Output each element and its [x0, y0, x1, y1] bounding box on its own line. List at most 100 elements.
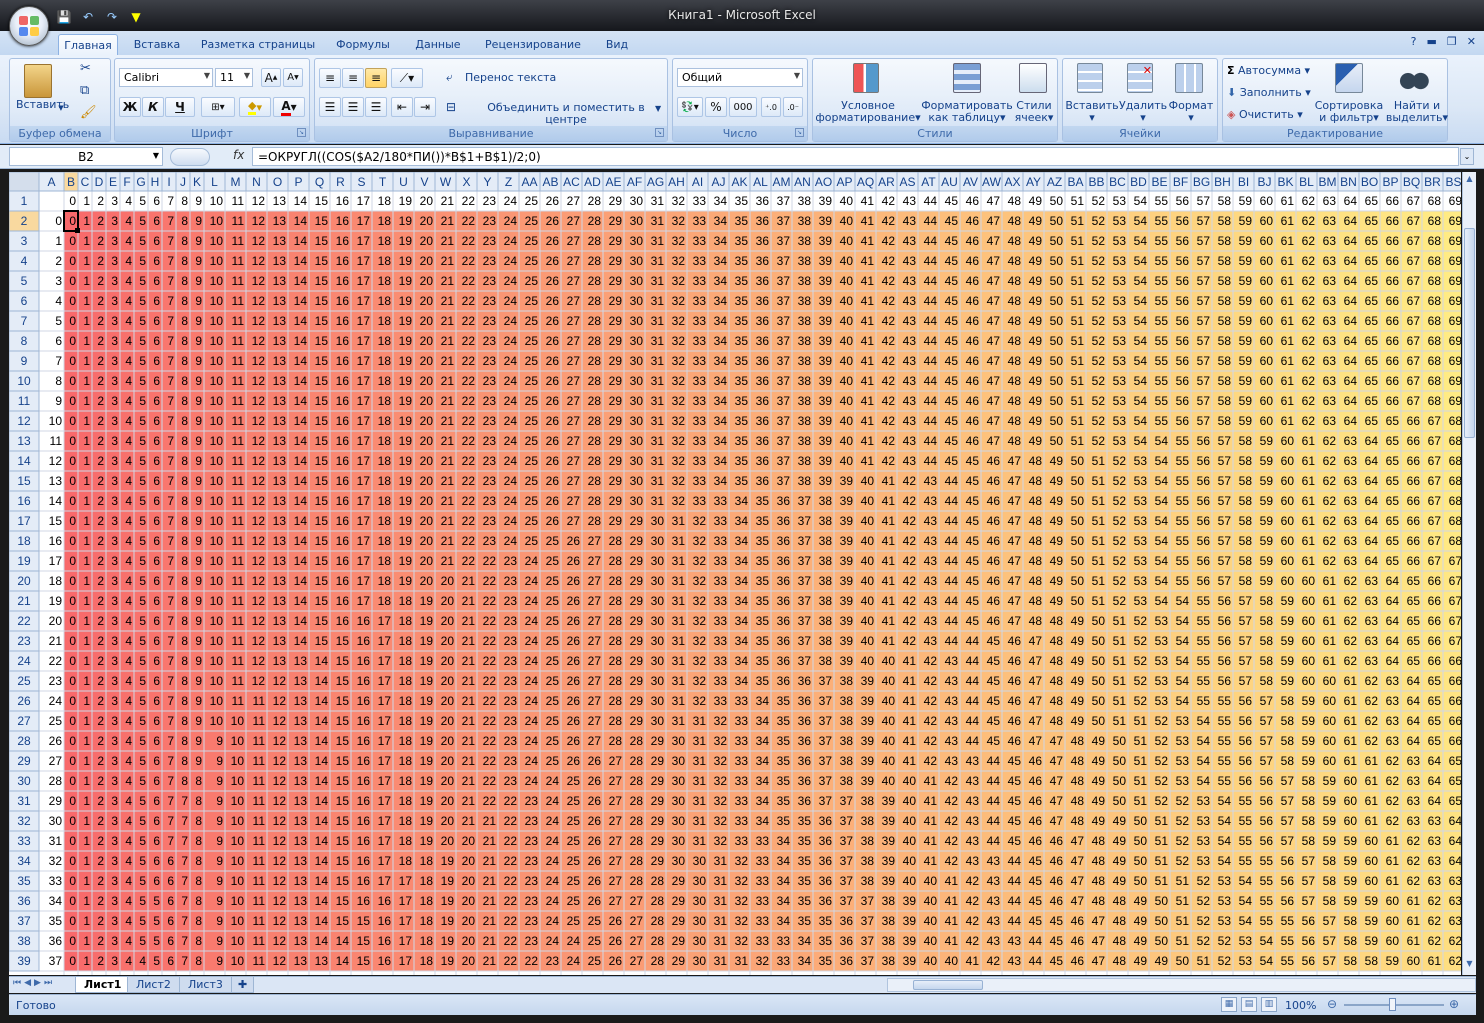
- cell-value[interactable]: 49: [1071, 654, 1085, 668]
- cell-value[interactable]: 5: [139, 334, 146, 348]
- cell-value[interactable]: 34: [714, 274, 728, 288]
- cell-value[interactable]: 0: [69, 314, 76, 328]
- cell-value[interactable]: 3: [111, 634, 118, 648]
- cell-value[interactable]: 24: [504, 374, 518, 388]
- cell-value[interactable]: 59: [1302, 694, 1316, 708]
- cell-value[interactable]: 40: [882, 714, 896, 728]
- cell-value[interactable]: 58: [1239, 454, 1253, 468]
- cell-value[interactable]: 31: [651, 374, 665, 388]
- cell-value[interactable]: 22: [462, 314, 476, 328]
- cell-value[interactable]: 50: [1113, 774, 1127, 788]
- cell-value[interactable]: 31: [672, 714, 686, 728]
- cell-value[interactable]: 65: [1365, 214, 1379, 228]
- cell-value[interactable]: 0: [69, 234, 76, 248]
- cell-value[interactable]: 19: [399, 574, 413, 588]
- cell-value[interactable]: 40: [861, 554, 875, 568]
- cell-value[interactable]: 22: [483, 594, 497, 608]
- cell-value[interactable]: 12: [252, 194, 266, 208]
- cell-value[interactable]: 50: [1071, 574, 1085, 588]
- cell-value[interactable]: 5: [139, 194, 146, 208]
- cell-value[interactable]: 47: [987, 374, 1001, 388]
- cell-value[interactable]: 18: [399, 614, 413, 628]
- cell-value[interactable]: 41: [882, 554, 896, 568]
- cell-value[interactable]: 4: [125, 534, 132, 548]
- cell-value[interactable]: 13: [294, 794, 308, 808]
- cell-value[interactable]: 31: [651, 454, 665, 468]
- cell-value[interactable]: 64: [1344, 334, 1358, 348]
- cell-value[interactable]: 49: [1113, 834, 1127, 848]
- cell-value[interactable]: 56: [1176, 234, 1190, 248]
- cell-value[interactable]: 17: [357, 534, 371, 548]
- cell-value[interactable]: 34: [735, 514, 749, 528]
- cell-value[interactable]: 31: [651, 214, 665, 228]
- cell-value[interactable]: 33: [714, 654, 728, 668]
- cell-value[interactable]: 49: [1029, 254, 1043, 268]
- cell-value[interactable]: 54: [1134, 234, 1148, 248]
- cell-value[interactable]: 48: [1008, 394, 1022, 408]
- cell-value[interactable]: 52: [1197, 874, 1211, 888]
- cell-value[interactable]: 9: [195, 674, 202, 688]
- cell-value[interactable]: 19: [399, 414, 413, 428]
- cell-value[interactable]: 52: [1092, 194, 1106, 208]
- cell-value[interactable]: 34: [777, 834, 791, 848]
- cell-value[interactable]: 25: [546, 654, 560, 668]
- cell-value[interactable]: 16: [357, 734, 371, 748]
- cell-value[interactable]: 10: [210, 234, 224, 248]
- cell-value[interactable]: 36: [756, 294, 770, 308]
- cell-value[interactable]: 6: [153, 794, 160, 808]
- cell-value[interactable]: 30: [630, 454, 644, 468]
- cell-value[interactable]: 4: [125, 254, 132, 268]
- formula-input[interactable]: =ОКРУГЛ((COS($A2/180*ПИ())*B$1+B$1)/2;0): [252, 147, 1459, 166]
- cell-value[interactable]: 34: [714, 334, 728, 348]
- cell-value[interactable]: 2: [97, 734, 104, 748]
- cell-value[interactable]: 20: [462, 874, 476, 888]
- cell-value-a[interactable]: 14: [49, 494, 63, 508]
- cell-value[interactable]: 42: [903, 634, 917, 648]
- cell-value[interactable]: 35: [735, 454, 749, 468]
- cell-value[interactable]: 68: [1428, 254, 1442, 268]
- cell-value[interactable]: 42: [924, 694, 938, 708]
- tab-page-layout[interactable]: Разметка страницы: [198, 34, 318, 55]
- cell-value[interactable]: 24: [525, 634, 539, 648]
- cell-value[interactable]: 8: [181, 774, 188, 788]
- cell-value[interactable]: 59: [1344, 874, 1358, 888]
- cell-value[interactable]: 28: [609, 554, 623, 568]
- cell-value[interactable]: 9: [195, 274, 202, 288]
- cell-value[interactable]: 48: [1029, 614, 1043, 628]
- cell-value[interactable]: 44: [966, 714, 980, 728]
- cell-value[interactable]: 23: [504, 554, 518, 568]
- cell-value[interactable]: 29: [630, 694, 644, 708]
- cell-value[interactable]: 31: [651, 354, 665, 368]
- cell-value[interactable]: 2: [97, 314, 104, 328]
- cell-value[interactable]: 46: [1008, 734, 1022, 748]
- cell-value[interactable]: 57: [1197, 394, 1211, 408]
- cell-value[interactable]: 22: [462, 254, 476, 268]
- cell-value[interactable]: 19: [399, 394, 413, 408]
- cell-value[interactable]: 8: [181, 554, 188, 568]
- cell-value-a[interactable]: 10: [49, 414, 63, 428]
- cell-value[interactable]: 34: [756, 794, 770, 808]
- cell-value[interactable]: 41: [861, 294, 875, 308]
- cell-value[interactable]: 5: [139, 534, 146, 548]
- cell-value[interactable]: 52: [1113, 534, 1127, 548]
- cell-value[interactable]: 27: [567, 234, 581, 248]
- cell-value[interactable]: 59: [1260, 574, 1274, 588]
- cell-value[interactable]: 19: [420, 794, 434, 808]
- cell-value[interactable]: 16: [357, 814, 371, 828]
- cell-value[interactable]: 26: [567, 754, 581, 768]
- cell-value[interactable]: 61: [1323, 634, 1337, 648]
- cell-value[interactable]: 25: [525, 534, 539, 548]
- cell-value[interactable]: 48: [1029, 474, 1043, 488]
- cell-value[interactable]: 58: [1281, 714, 1295, 728]
- cell-value[interactable]: 15: [336, 794, 350, 808]
- cell-value[interactable]: 68: [1428, 334, 1442, 348]
- cell-value[interactable]: 18: [420, 874, 434, 888]
- cell-value[interactable]: 53: [1113, 334, 1127, 348]
- cell-value[interactable]: 2: [97, 254, 104, 268]
- cell-value[interactable]: 25: [567, 774, 581, 788]
- cell-value[interactable]: 1: [83, 554, 90, 568]
- cell-value[interactable]: 18: [399, 654, 413, 668]
- cell-value[interactable]: 39: [840, 594, 854, 608]
- cell-value[interactable]: 51: [1092, 494, 1106, 508]
- cell-value[interactable]: 20: [462, 854, 476, 868]
